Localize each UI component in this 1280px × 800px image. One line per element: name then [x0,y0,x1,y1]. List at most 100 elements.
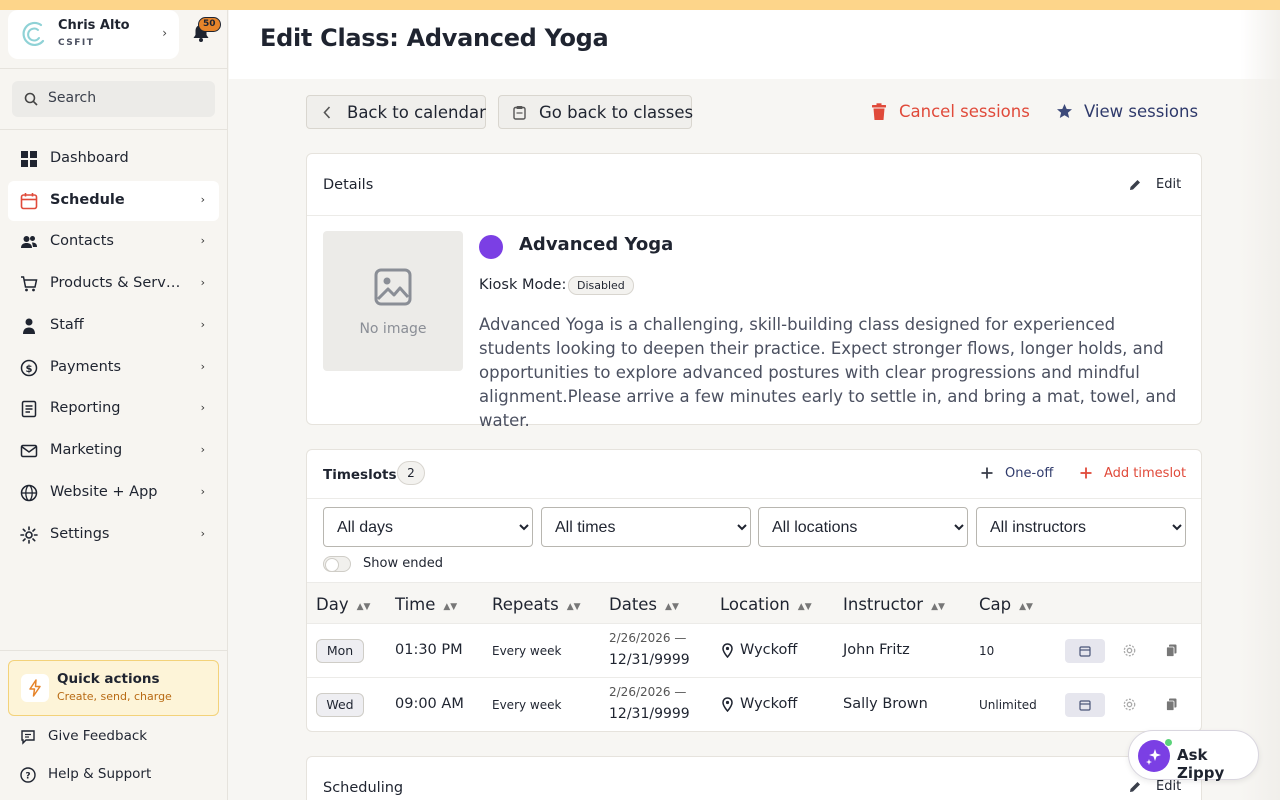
repeats-cell: Every week [492,644,562,658]
report-icon [21,400,37,418]
sort-icon: ▲▼ [931,602,945,612]
quick-actions-title: Quick actions [57,671,160,687]
sidebar-item-products-services[interactable]: Products & Services › [8,264,219,304]
ask-zippy-label: Ask Zippy [1177,746,1225,782]
feedback-label: Give Feedback [48,728,148,744]
person-icon [23,318,35,334]
account-org: CSFIT [58,38,95,48]
sidebar-item-label: Staff [50,317,84,333]
column-header-label: Repeats [492,595,559,614]
details-heading: Details [323,177,374,193]
dashboard-icon [21,151,37,167]
day-filter-select[interactable]: All days [323,507,533,547]
column-header-location[interactable]: Location ▲▼ [720,595,812,614]
sidebar-item-label: Dashboard [50,150,129,166]
chevron-left-icon [323,106,331,119]
column-header-dates[interactable]: Dates ▲▼ [609,595,679,614]
online-status-dot [1164,738,1173,747]
column-header-label: Time [395,595,436,614]
go-back-to-classes-button[interactable]: Go back to classes [498,95,693,129]
sidebar-item-website-app[interactable]: Website + App › [8,473,219,513]
divider [307,498,1201,499]
cancel-sessions-label: Cancel sessions [899,102,1030,121]
class-description: Advanced Yoga is a challenging, skill-bu… [479,315,1177,430]
time-cell: 01:30 PM [395,642,463,658]
scheduling-card: Scheduling Edit [306,756,1202,800]
star-icon [1057,104,1072,118]
column-header-label: Cap [979,595,1012,614]
time-filter-select[interactable]: All times [541,507,751,547]
sidebar-item-contacts[interactable]: Contacts › [8,222,219,262]
gear-icon[interactable] [1123,698,1136,711]
sidebar-item-payments[interactable]: $ Payments › [8,348,219,388]
view-sessions-label: View sessions [1084,102,1199,121]
class-image-placeholder[interactable]: No image [323,231,463,371]
details-card: Details Edit No image Advanced Yoga Kios… [306,153,1202,430]
calendar-icon [20,193,38,210]
quick-actions-subtitle: Create, send, charge [57,690,172,703]
notification-badge: 50 [198,17,221,32]
quick-actions-button[interactable]: Quick actions Create, send, charge [8,660,219,716]
scroll-shadow [1240,10,1280,800]
instructor-cell: Sally Brown [843,696,928,712]
calendar-icon [1079,700,1091,711]
duplicate-icon[interactable] [1166,698,1177,711]
sidebar-item-label: Settings [50,526,110,542]
contacts-icon [21,236,37,248]
column-header-time[interactable]: Time ▲▼ [395,595,457,614]
column-header-instructor[interactable]: Instructor ▲▼ [843,595,945,614]
date-end-cell: 12/31/9999 [609,652,690,668]
calendar-action-button[interactable] [1065,693,1105,717]
day-badge: Wed [316,693,364,717]
map-pin-icon [722,643,733,658]
instructor-filter-select[interactable]: All instructors [976,507,1186,547]
sidebar-item-marketing[interactable]: Marketing › [8,431,219,471]
chevron-right-icon: › [200,318,205,331]
show-ended-toggle[interactable] [323,556,351,572]
calendar-action-button[interactable] [1065,639,1105,663]
chevron-right-icon: › [200,276,205,289]
sidebar: Chris Alto CSFIT › 50 Search Dashboard S… [0,0,228,800]
column-header-label: Dates [609,595,658,614]
brand-logo-icon [22,21,45,46]
location-filter-select[interactable]: All locations [758,507,968,547]
ask-zippy-button[interactable]: Ask Zippy [1128,730,1259,782]
image-icon [374,268,412,306]
gear-icon[interactable] [1123,644,1136,657]
sidebar-item-settings[interactable]: Settings › [8,515,219,555]
search-input[interactable]: Search [12,81,215,117]
column-header-repeats[interactable]: Repeats ▲▼ [492,595,581,614]
sidebar-item-reporting[interactable]: Reporting › [8,389,219,429]
no-image-label: No image [359,321,427,337]
column-header-label: Day [316,595,349,614]
svg-text:$: $ [26,364,33,375]
column-header-day[interactable]: Day ▲▼ [316,595,370,614]
svg-text:?: ? [25,772,30,782]
sidebar-item-label: Payments [50,359,122,375]
kiosk-mode-label: Kiosk Mode: [479,277,567,293]
column-header-label: Instructor [843,595,924,614]
sidebar-item-schedule[interactable]: Schedule › [8,181,219,221]
class-color-dot [479,235,503,259]
timeslots-heading: Timeslots [323,467,397,483]
column-header-cap[interactable]: Cap ▲▼ [979,595,1033,614]
lightning-icon [21,674,49,702]
sidebar-item-label: Products & Services [50,275,184,291]
instructor-cell: John Fritz [843,642,910,658]
plus-icon [981,467,993,479]
chevron-right-icon: › [200,485,205,498]
back-to-calendar-label: Back to calendar [347,103,486,122]
account-switcher[interactable]: Chris Alto CSFIT › [8,10,179,59]
duplicate-icon[interactable] [1166,644,1177,657]
kiosk-mode-badge: Disabled [568,276,634,295]
map-pin-icon [722,697,733,712]
sidebar-item-staff[interactable]: Staff › [8,306,219,346]
chevron-right-icon: › [200,360,205,373]
feedback-icon [21,730,35,745]
back-to-calendar-button[interactable]: Back to calendar [306,95,486,129]
day-badge: Mon [316,639,364,663]
sidebar-item-dashboard[interactable]: Dashboard [8,139,219,179]
divider [0,129,227,130]
pencil-icon [1130,782,1140,792]
location-cell: Wyckoff [740,696,798,712]
